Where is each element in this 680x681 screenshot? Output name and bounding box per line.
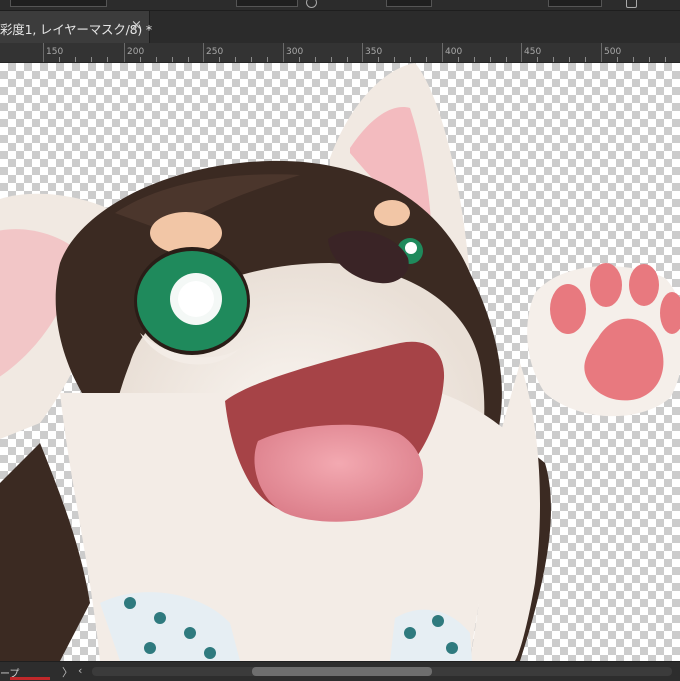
ruler-label: 150 [46, 47, 64, 57]
right-eyebrow [374, 200, 410, 226]
tongue [254, 424, 424, 522]
ruler-label: 300 [286, 47, 304, 57]
paw-toe-pad [590, 263, 622, 307]
option-field[interactable] [548, 0, 602, 7]
paw-toe-pad [629, 264, 659, 306]
tool-options-bar [0, 0, 680, 11]
close-tab-icon[interactable]: × [131, 18, 142, 33]
option-field[interactable] [386, 0, 432, 7]
paw-toe-pad [550, 284, 586, 334]
help-icon[interactable] [306, 0, 317, 8]
status-bar: ープ 〉 ‹ [0, 661, 680, 681]
ruler-label: 500 [604, 47, 622, 57]
canvas[interactable] [0, 63, 680, 661]
document-tab-bar: 彩度1, レイヤーマスク/8) * × [0, 11, 680, 43]
horizontal-ruler: 150 200 250 300 350 400 450 500 [0, 43, 680, 63]
scrollbar-thumb[interactable] [252, 667, 432, 676]
options-icon[interactable] [626, 0, 637, 8]
option-field[interactable] [236, 0, 298, 7]
ruler-label: 350 [365, 47, 383, 57]
chihuahua-artwork [0, 63, 680, 661]
horizontal-scrollbar[interactable] [92, 667, 672, 676]
scroll-right-arrow-icon[interactable]: 〉 [62, 664, 73, 680]
ruler-label: 250 [206, 47, 224, 57]
document-tab[interactable]: 彩度1, レイヤーマスク/8) * × [0, 11, 152, 43]
scroll-left-arrow-icon[interactable]: ‹ [78, 664, 82, 677]
ruler-label: 400 [445, 47, 463, 57]
option-field[interactable] [10, 0, 107, 7]
document-tab-title: 彩度1, レイヤーマスク/8) * [0, 22, 152, 37]
ruler-label: 450 [524, 47, 542, 57]
ruler-label: 200 [127, 47, 145, 57]
